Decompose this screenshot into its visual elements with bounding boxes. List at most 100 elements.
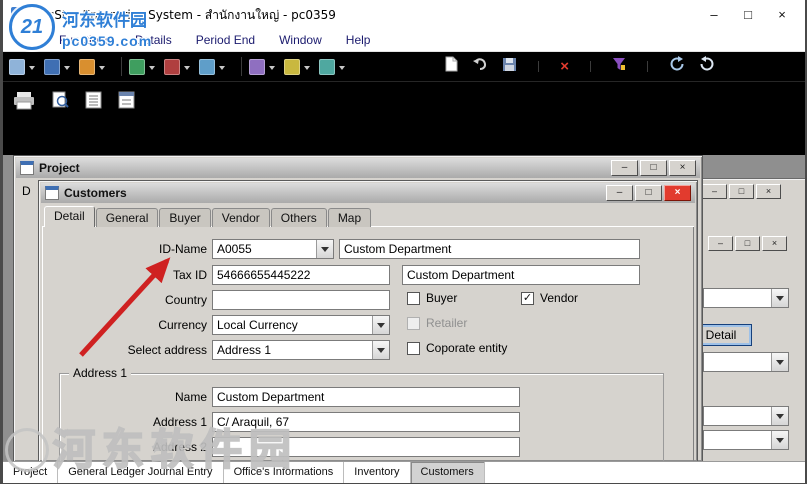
transactions-dropdown-icon[interactable] [164, 58, 190, 75]
close-button[interactable]: × [756, 184, 781, 199]
menu-item-details[interactable]: Details [131, 30, 176, 51]
display-dropdown-icon[interactable] [79, 58, 105, 75]
id-name-input[interactable] [339, 239, 640, 259]
bottom-tab-customers[interactable]: Customers [410, 462, 485, 483]
address-name-input[interactable] [212, 387, 520, 407]
corporate-entity-checkbox[interactable] [407, 342, 420, 355]
maximize-button[interactable]: □ [735, 236, 760, 251]
new-document-icon[interactable] [445, 56, 458, 77]
bottom-tab-project[interactable]: Project [3, 462, 59, 483]
refresh-icon[interactable] [669, 56, 685, 77]
minimize-button[interactable]: – [611, 160, 638, 176]
print-icon[interactable] [13, 91, 35, 115]
currency-combo-value: Local Currency [217, 318, 298, 332]
tab-general[interactable]: General [95, 208, 159, 227]
dropdown-arrow-icon[interactable] [771, 407, 788, 425]
tools-dropdown-icon[interactable] [284, 58, 310, 75]
tab-buyer[interactable]: Buyer [159, 208, 211, 227]
close-button[interactable]: × [669, 160, 696, 176]
dropdown-arrow-icon[interactable] [372, 316, 389, 334]
country-input[interactable] [212, 290, 390, 310]
bottom-tab-offices-informations[interactable]: Office's Informations [224, 462, 345, 483]
toolbar-separator [241, 57, 242, 76]
menubar: Functions Details Period End Window Help [3, 30, 805, 52]
dropdown-arrow-icon[interactable] [316, 240, 333, 258]
ledger-dropdown-icon[interactable] [44, 58, 70, 75]
id-name-combo[interactable]: A0055 [212, 239, 334, 259]
vendor-checkbox[interactable]: ✓ [521, 292, 534, 305]
save-icon[interactable] [502, 57, 517, 77]
maximize-button[interactable]: □ [635, 185, 662, 201]
background-combo[interactable] [703, 352, 789, 372]
project-window-icon [20, 161, 34, 175]
check-icon: ✓ [522, 292, 533, 304]
buyer-checkbox[interactable] [407, 292, 420, 305]
app-icon [11, 7, 27, 23]
dropdown-arrow-icon[interactable] [771, 431, 788, 449]
minimize-button[interactable]: – [697, 1, 731, 29]
tab-vendor[interactable]: Vendor [211, 208, 270, 227]
filter-icon[interactable] [612, 57, 626, 76]
close-button[interactable]: × [762, 236, 787, 251]
delete-icon[interactable]: × [560, 58, 569, 75]
address-name-label: Name [174, 390, 207, 404]
undo-icon[interactable] [472, 57, 488, 76]
background-combo[interactable] [703, 430, 789, 450]
toolbar-separator [121, 57, 122, 76]
lookup-icon [249, 58, 265, 75]
document-columns-icon[interactable] [85, 91, 102, 114]
close-button[interactable]: × [664, 185, 691, 201]
documents-dropdown-icon[interactable] [129, 58, 155, 75]
settings-dropdown-icon[interactable] [319, 58, 345, 75]
project-window-titlebar[interactable]: Project – □ × [16, 158, 700, 178]
retailer-checkbox-label: Retailer [426, 316, 468, 330]
sync-icon[interactable] [699, 56, 715, 77]
print-preview-icon[interactable] [51, 91, 69, 114]
secondary-toolbar [3, 82, 805, 155]
address2-input[interactable] [212, 437, 520, 457]
select-address-combo[interactable]: Address 1 [212, 340, 390, 360]
document-form-icon[interactable] [118, 91, 135, 114]
currency-combo[interactable]: Local Currency [212, 315, 390, 335]
toolbar-separator [538, 61, 540, 72]
menu-item-window[interactable]: Window [275, 30, 326, 51]
dropdown-arrow-icon[interactable] [771, 353, 788, 371]
menu-item-help[interactable]: Help [342, 30, 375, 51]
address2-label: Address 2 [152, 440, 207, 454]
background-combo[interactable] [703, 406, 789, 426]
minimize-button[interactable]: – [708, 236, 733, 251]
titlebar: AccStar Enterprise System - สำนักงานใหญ่… [3, 0, 805, 30]
chevron-down-icon [304, 65, 310, 73]
reports-dropdown-icon[interactable] [199, 58, 225, 75]
lookup-dropdown-icon[interactable] [249, 58, 275, 75]
address1-label: Address 1 [152, 415, 207, 429]
tax-id-input[interactable] [212, 265, 390, 285]
maximize-button[interactable]: □ [640, 160, 667, 176]
menu-item-period-end[interactable]: Period End [192, 30, 259, 51]
maximize-button[interactable]: □ [731, 1, 765, 29]
window-title: AccStar Enterprise System - สำนักงานใหญ่… [33, 7, 336, 22]
chevron-down-icon [219, 65, 225, 73]
company-dropdown-icon[interactable] [9, 58, 35, 75]
minimize-button[interactable]: – [606, 185, 633, 201]
tab-others[interactable]: Others [270, 208, 327, 227]
application-window: AccStar Enterprise System - สำนักงานใหญ่… [0, 0, 807, 484]
id-name-combo-value: A0055 [217, 242, 252, 256]
dropdown-arrow-icon[interactable] [771, 289, 788, 307]
bottom-tab-inventory[interactable]: Inventory [344, 462, 411, 483]
tab-detail[interactable]: Detail [44, 206, 95, 227]
retailer-checkbox [407, 317, 420, 330]
dropdown-arrow-icon[interactable] [372, 341, 389, 359]
background-combo[interactable] [703, 288, 789, 308]
toolbar-actions: × [445, 56, 799, 77]
menu-item-functions[interactable]: Functions [55, 30, 115, 51]
tax-id-secondary-input[interactable] [402, 265, 640, 285]
address1-input[interactable] [212, 412, 520, 432]
minimize-button[interactable]: – [702, 184, 727, 199]
close-button[interactable]: × [765, 1, 799, 29]
customers-window-titlebar[interactable]: Customers – □ × [41, 183, 695, 203]
transactions-icon [164, 58, 180, 75]
maximize-button[interactable]: □ [729, 184, 754, 199]
tab-map[interactable]: Map [327, 208, 372, 227]
bottom-tab-general-ledger-journal-entry[interactable]: General Ledger Journal Entry [58, 462, 224, 483]
